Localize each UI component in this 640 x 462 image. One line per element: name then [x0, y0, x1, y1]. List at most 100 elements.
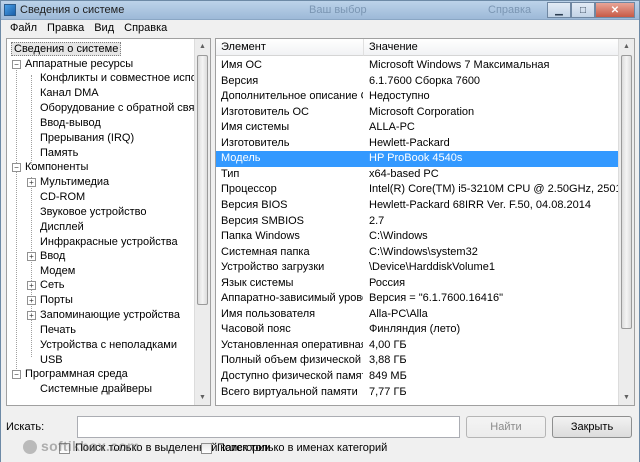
cell-value: Россия: [369, 276, 406, 289]
collapse-icon[interactable]: −: [12, 162, 21, 172]
tree-item-input[interactable]: + Ввод: [27, 249, 65, 264]
tree-item-infrared[interactable]: Инфракрасные устройства: [40, 235, 178, 250]
tree-item-components[interactable]: − Компоненты: [12, 160, 88, 175]
tree-item-hardware[interactable]: − Аппаратные ресурсы: [12, 57, 133, 72]
tree-item-modem[interactable]: Модем: [40, 264, 75, 279]
tree-guide-line: [31, 75, 32, 165]
window-title: Сведения о системе: [20, 4, 125, 16]
checkbox-icon[interactable]: [201, 442, 212, 454]
table-row[interactable]: Изготовитель ОС Microsoft Corporation: [216, 105, 619, 121]
table-row[interactable]: Имя ОС Microsoft Windows 7 Максимальная: [216, 58, 619, 74]
scroll-thumb[interactable]: [621, 55, 632, 329]
table-row[interactable]: Папка Windows C:\Windows: [216, 229, 619, 245]
tree-item-memory[interactable]: Память: [40, 146, 78, 161]
tree-item-conflicts[interactable]: Конфликты и совместное использов: [40, 71, 210, 86]
tree-item-display[interactable]: Дисплей: [40, 220, 84, 235]
column-header-value[interactable]: Значение: [364, 39, 620, 56]
menu-view[interactable]: Вид: [89, 20, 119, 37]
tree-item-sound[interactable]: Звуковое устройство: [40, 205, 146, 220]
details-scrollbar[interactable]: ▲ ▼: [618, 39, 634, 405]
menu-help[interactable]: Справка: [119, 20, 172, 37]
tree-scrollbar[interactable]: ▲ ▼: [194, 39, 210, 405]
table-row[interactable]: Тип x64-based PC: [216, 167, 619, 183]
scroll-up-icon[interactable]: ▲: [195, 39, 210, 54]
scroll-up-icon[interactable]: ▲: [619, 39, 634, 54]
cell-value: 2.7: [369, 214, 385, 227]
expand-icon[interactable]: +: [27, 295, 36, 305]
expand-icon[interactable]: +: [27, 177, 36, 187]
cell-item: Изготовитель: [221, 136, 290, 149]
menu-file[interactable]: Файл: [5, 20, 42, 37]
minimize-icon[interactable]: ▁: [547, 2, 571, 18]
tree-item-ports[interactable]: + Порты: [27, 293, 73, 308]
cell-value: Финляндия (лето): [369, 323, 461, 336]
maximize-icon[interactable]: □: [571, 2, 595, 18]
tree-item-system-drivers[interactable]: Системные драйверы: [40, 382, 152, 397]
scroll-thumb[interactable]: [197, 55, 208, 305]
scroll-down-icon[interactable]: ▼: [195, 390, 210, 405]
table-row[interactable]: Имя пользователя Alla-PC\Alla: [216, 307, 619, 323]
tree-item-forced-hardware[interactable]: Оборудование с обратной связью: [40, 101, 210, 116]
table-row[interactable]: Версия 6.1.7600 Сборка 7600: [216, 74, 619, 90]
tree-item-software[interactable]: − Программная среда: [12, 367, 128, 382]
table-row[interactable]: Часовой пояс Финляндия (лето): [216, 322, 619, 338]
close-button[interactable]: Закрыть: [552, 416, 632, 438]
tree-item-cdrom[interactable]: CD-ROM: [40, 190, 85, 205]
table-row[interactable]: Изготовитель Hewlett-Packard: [216, 136, 619, 152]
menu-edit[interactable]: Правка: [42, 20, 89, 37]
category-names-checkbox[interactable]: Поиск только в именах категорий: [201, 442, 387, 454]
cell-item: Версия SMBIOS: [221, 214, 305, 227]
table-row[interactable]: Модель HP ProBook 4540s: [216, 151, 619, 167]
tree-item-storage[interactable]: + Запоминающие устройства: [27, 308, 180, 323]
column-header-item[interactable]: Элемент: [216, 39, 364, 56]
tree-root[interactable]: Сведения о системе: [11, 42, 122, 57]
tree-item-multimedia[interactable]: + Мультимедиа: [27, 175, 109, 190]
table-row[interactable]: Версия BIOS Hewlett-Packard 68IRR Ver. F.…: [216, 198, 619, 214]
table-row[interactable]: Процессор Intel(R) Core(TM) i5-3210M CPU …: [216, 182, 619, 198]
category-tree[interactable]: Сведения о системе − Аппаратные ресурсы К…: [6, 38, 211, 406]
scroll-down-icon[interactable]: ▼: [619, 390, 634, 405]
tree-item-network[interactable]: + Сеть: [27, 278, 64, 293]
expand-icon[interactable]: +: [27, 310, 36, 320]
tree-item-usb[interactable]: USB: [40, 353, 63, 368]
cell-value: 3,88 ГБ: [369, 354, 407, 367]
table-row[interactable]: Доступно физической памяти 849 МБ: [216, 369, 619, 385]
cell-item: Процессор: [221, 183, 277, 196]
cell-item: Имя ОС: [221, 59, 262, 71]
table-row[interactable]: Устройство загрузки \Device\HarddiskVolum…: [216, 260, 619, 276]
expand-icon[interactable]: +: [27, 251, 36, 261]
tree-item-dma[interactable]: Канал DMA: [40, 86, 99, 101]
table-row[interactable]: Установленная оперативная п... 4,00 ГБ: [216, 338, 619, 354]
tree-item-label: CD-ROM: [40, 191, 86, 203]
cell-item: Системная папка: [221, 245, 310, 258]
tree-item-irq[interactable]: Прерывания (IRQ): [40, 131, 134, 146]
expand-icon[interactable]: +: [27, 280, 36, 290]
tree-item-label: Программная среда: [25, 368, 128, 380]
collapse-icon[interactable]: −: [12, 369, 21, 379]
tree-item-label: Канал DMA: [40, 87, 99, 99]
background-window-title: Ваш выбор: [309, 4, 367, 16]
cell-item: Доступно физической памяти: [221, 370, 363, 382]
find-button[interactable]: Найти: [466, 416, 546, 438]
watermark-text: softikbox.com: [41, 438, 140, 454]
table-row[interactable]: Дополнительное описание ОС Недоступно: [216, 89, 619, 105]
tree-item-problem-devices[interactable]: Устройства с неполадками: [40, 338, 177, 353]
tree-item-io[interactable]: Ввод-вывод: [40, 116, 101, 131]
search-input[interactable]: [77, 416, 460, 438]
table-row[interactable]: Язык системы Россия: [216, 276, 619, 292]
table-row[interactable]: Версия SMBIOS 2.7: [216, 214, 619, 230]
cell-item: Имя системы: [221, 121, 290, 134]
table-row[interactable]: Всего виртуальной памяти 7,77 ГБ: [216, 385, 619, 401]
collapse-icon[interactable]: −: [12, 59, 21, 69]
table-row[interactable]: Полный объем физической па... 3,88 ГБ: [216, 353, 619, 369]
cell-value: Alla-PC\Alla: [369, 307, 428, 320]
tree-item-printing[interactable]: Печать: [40, 323, 76, 338]
table-row[interactable]: Системная папка C:\Windows\system32: [216, 245, 619, 261]
details-table: Элемент Значение Имя ОС Microsoft Windows…: [215, 38, 635, 406]
cell-value: C:\Windows\system32: [369, 245, 478, 258]
table-row[interactable]: Имя системы ALLA-PC: [216, 120, 619, 136]
table-row[interactable]: Аппаратно-зависимый уровен... Версия = "6…: [216, 291, 619, 307]
system-info-window: Сведения о системе Ваш выбор Справка ▁ □…: [0, 0, 640, 462]
close-icon[interactable]: ✕: [595, 2, 635, 18]
tree-item-label: Память: [40, 147, 79, 159]
